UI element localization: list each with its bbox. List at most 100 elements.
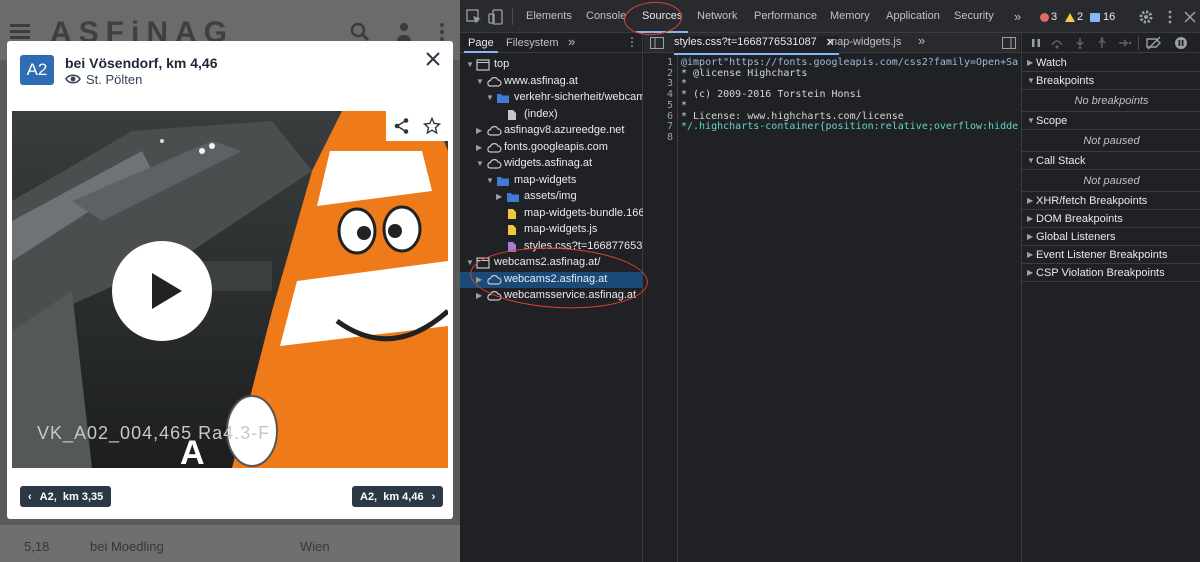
code-line: @import"https://fonts.googleapis.com/css… xyxy=(681,57,1019,68)
step-into-icon[interactable] xyxy=(1074,37,1086,49)
tab-divider xyxy=(512,8,513,25)
editor-tab-map-widgets-js[interactable]: map-widgets.js xyxy=(828,36,901,48)
expanded-triangle-icon[interactable]: ▼ xyxy=(476,77,484,86)
tab-security[interactable]: Security xyxy=(954,0,994,33)
tab-elements[interactable]: Elements xyxy=(526,0,572,33)
menu-icon[interactable] xyxy=(10,24,30,40)
collapsed-triangle-icon: ▶ xyxy=(1027,214,1034,223)
table-row[interactable]: 5,18 bei Moedling Wien xyxy=(0,525,460,562)
modal-title: bei Vösendorf, km 4,46 xyxy=(65,55,218,71)
tree-item[interactable]: ▼ map-widgets xyxy=(460,173,643,189)
device-toolbar-icon[interactable] xyxy=(488,9,504,25)
warning-counter[interactable]: 2 xyxy=(1065,11,1083,23)
debugger-section-header[interactable]: ▼ Call Stack xyxy=(1022,152,1200,170)
previous-webcam-label: A2, km 3,35 xyxy=(39,490,104,503)
editor-more-tabs[interactable]: » xyxy=(918,33,925,48)
next-webcam-button[interactable]: A2, km 4,46 › xyxy=(352,486,444,507)
user-icon[interactable] xyxy=(394,22,414,42)
tree-item[interactable]: ▶ assets/img xyxy=(460,189,643,205)
tree-item[interactable]: ▼ top xyxy=(460,57,643,73)
search-icon[interactable] xyxy=(350,22,370,42)
collapsed-triangle-icon[interactable]: ▶ xyxy=(476,291,482,300)
debugger-section-title: Watch xyxy=(1036,57,1067,69)
close-devtools-icon[interactable] xyxy=(1182,9,1198,25)
expanded-triangle-icon[interactable]: ▼ xyxy=(486,176,494,185)
collapsed-triangle-icon: ▶ xyxy=(1027,196,1034,205)
share-icon[interactable] xyxy=(393,117,411,135)
tree-item[interactable]: map-widgets-bundle.166877 xyxy=(460,206,643,222)
webcam-modal: A2 bei Vösendorf, km 4,46 St. Pölten VK_… xyxy=(7,41,453,519)
debugger-section-header[interactable]: ▶ Global Listeners xyxy=(1022,228,1200,246)
debugger-section-empty-state: Not paused xyxy=(1022,130,1200,152)
navigator-more-button[interactable]: » xyxy=(568,34,575,49)
debugger-section-header[interactable]: ▼ Scope xyxy=(1022,112,1200,130)
inspect-element-icon[interactable] xyxy=(466,9,482,25)
line-number: 3 xyxy=(666,78,673,90)
message-counter[interactable]: 16 xyxy=(1090,11,1115,23)
debugger-section-empty-state: Not paused xyxy=(1022,170,1200,192)
line-number: 4 xyxy=(666,89,673,101)
deactivate-breakpoints-icon[interactable] xyxy=(1146,36,1162,50)
expanded-triangle-icon: ▼ xyxy=(1027,76,1035,85)
debugger-toolbar xyxy=(1022,33,1200,53)
error-counter[interactable]: 3 xyxy=(1040,11,1057,23)
editor-tab-styles-css[interactable]: styles.css?t=1668776531087 ✕ xyxy=(674,36,839,55)
toggle-debugger-icon[interactable] xyxy=(1002,37,1016,49)
tree-item[interactable]: ▼ www.asfinag.at xyxy=(460,74,643,90)
debugger-section-title: CSP Violation Breakpoints xyxy=(1036,267,1165,279)
play-button[interactable] xyxy=(112,241,212,341)
debugger-section-header[interactable]: ▶ DOM Breakpoints xyxy=(1022,210,1200,228)
step-over-icon[interactable] xyxy=(1050,37,1064,49)
more-vertical-icon[interactable] xyxy=(432,22,452,42)
row-direction: Wien xyxy=(300,539,330,554)
line-number: 1 xyxy=(666,57,673,68)
tab-network[interactable]: Network xyxy=(697,0,737,33)
debugger-section-header[interactable]: ▶ Watch xyxy=(1022,54,1200,72)
tab-application[interactable]: Application xyxy=(886,0,940,33)
tree-item[interactable]: map-widgets.js xyxy=(460,222,643,238)
collapsed-triangle-icon[interactable]: ▶ xyxy=(476,143,482,152)
pause-icon[interactable] xyxy=(1030,37,1042,49)
customize-menu-icon[interactable] xyxy=(1162,9,1178,25)
debugger-section-header[interactable]: ▶ XHR/fetch Breakpoints xyxy=(1022,192,1200,210)
debugger-section-header[interactable]: ▼ Breakpoints xyxy=(1022,72,1200,90)
collapsed-triangle-icon[interactable]: ▶ xyxy=(476,126,482,135)
step-out-icon[interactable] xyxy=(1096,37,1108,49)
error-count: 3 xyxy=(1051,11,1058,23)
tab-performance[interactable]: Performance xyxy=(754,0,817,33)
navigator-menu-icon[interactable]: ⋮ xyxy=(626,35,638,49)
debugger-section-title: Event Listener Breakpoints xyxy=(1036,249,1168,261)
next-webcam-label: A2, km 4,46 xyxy=(360,490,424,503)
expanded-triangle-icon[interactable]: ▼ xyxy=(486,93,494,102)
row-km: 5,18 xyxy=(24,539,50,554)
tab-memory[interactable]: Memory xyxy=(830,0,870,33)
tree-item[interactable]: ▶ fonts.googleapis.com xyxy=(460,140,643,156)
debugger-section-header[interactable]: ▶ CSP Violation Breakpoints xyxy=(1022,264,1200,282)
step-icon[interactable] xyxy=(1118,37,1132,49)
toggle-navigator-icon[interactable] xyxy=(650,37,664,49)
close-icon[interactable] xyxy=(423,49,443,69)
webcam-image[interactable]: VK_A02_004,465 Ra4.3-F A xyxy=(12,111,448,468)
tab-page[interactable]: Page xyxy=(468,37,494,49)
code-editor: styles.css?t=1668776531087 ✕ map-widgets… xyxy=(644,33,1020,562)
modal-subtitle: St. Pölten xyxy=(86,72,143,87)
pause-on-exceptions-icon[interactable] xyxy=(1174,36,1188,50)
tree-item-label: map-widgets.js xyxy=(524,223,598,235)
previous-webcam-button[interactable]: ‹ A2, km 3,35 xyxy=(20,486,112,507)
settings-gear-icon[interactable] xyxy=(1138,9,1154,25)
tree-item[interactable]: ▼ widgets.asfinag.at xyxy=(460,156,643,172)
tree-item-label: map-widgets-bundle.166877 xyxy=(524,206,643,219)
cloud-icon xyxy=(486,76,502,88)
star-icon[interactable] xyxy=(423,117,441,135)
expanded-triangle-icon[interactable]: ▼ xyxy=(476,159,484,168)
collapsed-triangle-icon[interactable]: ▶ xyxy=(496,192,502,201)
editor-tabs: styles.css?t=1668776531087 ✕ map-widgets… xyxy=(644,33,1020,55)
more-tabs-button[interactable]: » xyxy=(1014,0,1021,33)
tree-item[interactable]: ▼ verkehr-sicherheit/webcams xyxy=(460,90,643,106)
tree-item[interactable]: ▶ asfinagv8.azureedge.net xyxy=(460,123,643,139)
debugger-section-header[interactable]: ▶ Event Listener Breakpoints xyxy=(1022,246,1200,264)
tab-filesystem[interactable]: Filesystem xyxy=(506,37,559,49)
tab-console[interactable]: Console xyxy=(586,0,626,33)
expanded-triangle-icon[interactable]: ▼ xyxy=(466,60,474,69)
tree-item[interactable]: (index) xyxy=(460,107,643,123)
